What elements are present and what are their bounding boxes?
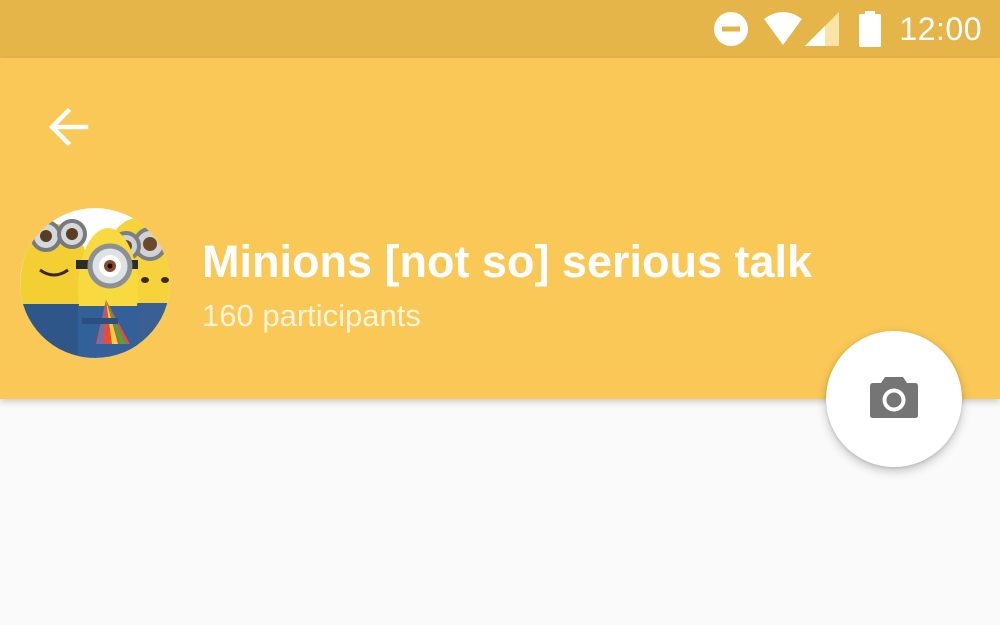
arrow-back-icon [48, 106, 90, 153]
cell-signal-icon [805, 12, 840, 46]
clock: 12:00 [899, 10, 982, 47]
camera-button[interactable] [826, 331, 962, 467]
minions-avatar-image [20, 208, 170, 358]
status-icons: 12:00 [713, 0, 982, 58]
screen: 12:00 Minions [not so] serious talk 160 … [0, 0, 1000, 625]
camera-icon [869, 375, 919, 424]
do-not-disturb-icon [713, 11, 749, 47]
group-name: Minions [not so] serious talk [202, 236, 813, 287]
status-bar: 12:00 [0, 0, 1000, 58]
wifi-icon [763, 12, 803, 46]
group-avatar[interactable] [20, 208, 170, 358]
back-button[interactable] [38, 98, 100, 160]
participants-count: 160 participants [202, 298, 421, 333]
battery-icon [859, 11, 882, 47]
